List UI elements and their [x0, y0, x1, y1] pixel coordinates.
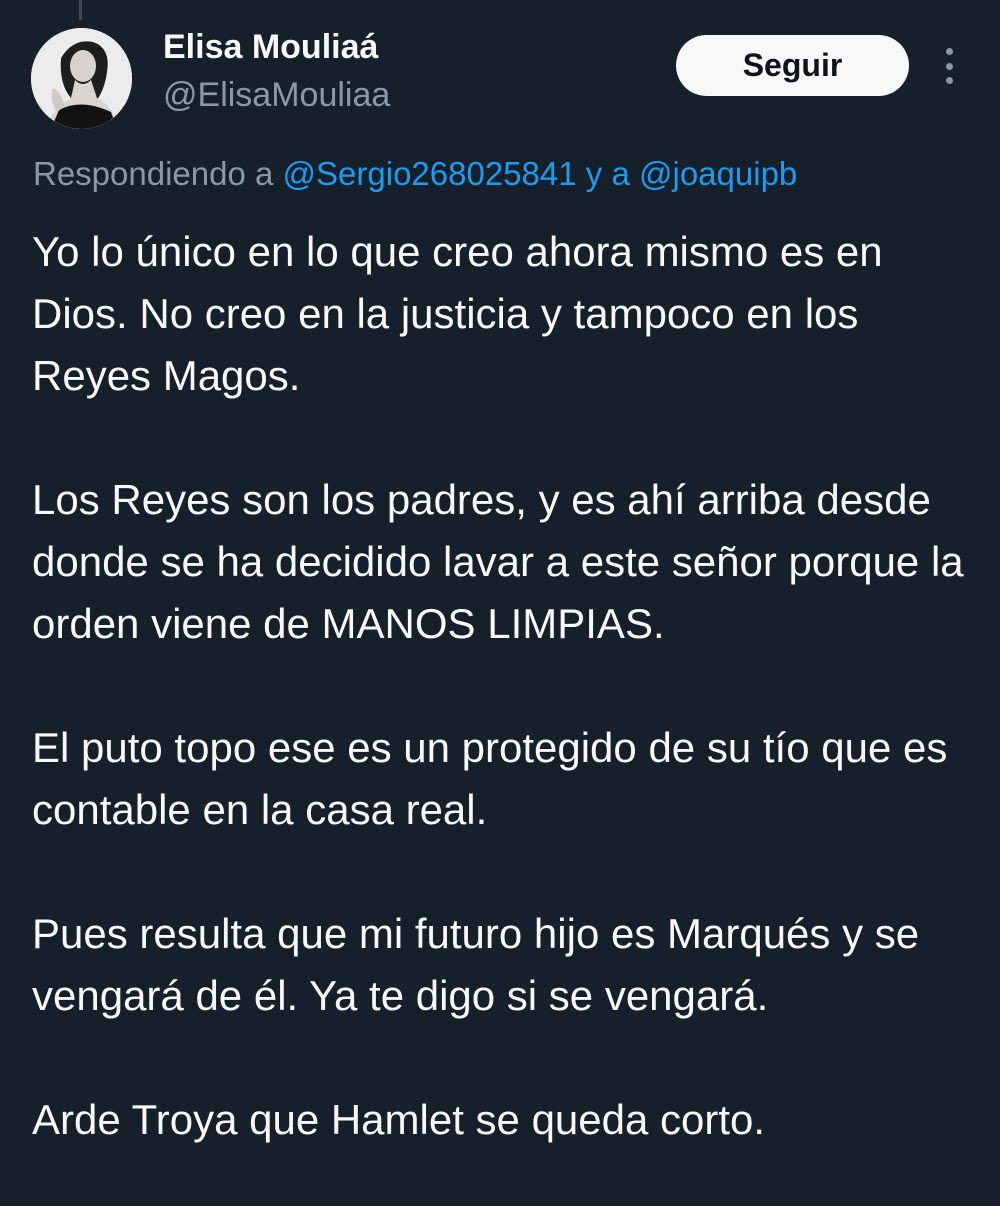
more-dot	[945, 48, 953, 55]
replying-to-line: Respondiendo a @Sergio268025841 y a @joa…	[33, 155, 797, 193]
replying-prefix: Respondiendo a	[33, 155, 274, 192]
tweet-paragraph: Pues resulta que mi futuro hijo es Marqu…	[32, 910, 920, 1019]
more-dot	[945, 77, 953, 84]
replying-connector: y a	[585, 155, 630, 192]
avatar[interactable]	[31, 28, 132, 129]
tweet-paragraph: Los Reyes son los padres, y es ahí arrib…	[32, 476, 964, 647]
avatar-photo	[31, 28, 132, 129]
mention-link[interactable]: @Sergio268025841	[283, 155, 577, 192]
thread-connector-line	[79, 0, 82, 20]
more-vertical-icon[interactable]	[934, 44, 964, 88]
tweet-paragraph: El puto topo ese es un protegido de su t…	[32, 724, 948, 833]
author-display-name[interactable]: Elisa Mouliaá	[163, 28, 378, 67]
follow-button[interactable]: Seguir	[676, 35, 909, 96]
mention-link[interactable]: @joaquipb	[639, 155, 797, 192]
tweet-paragraph: Yo lo único en lo que creo ahora mismo e…	[32, 228, 883, 399]
more-dot	[945, 62, 953, 70]
tweet-paragraph: Arde Troya que Hamlet se queda corto.	[32, 1096, 766, 1143]
author-handle[interactable]: @ElisaMouliaa	[163, 76, 390, 115]
tweet-text: Yo lo único en lo que creo ahora mismo e…	[32, 221, 972, 1151]
